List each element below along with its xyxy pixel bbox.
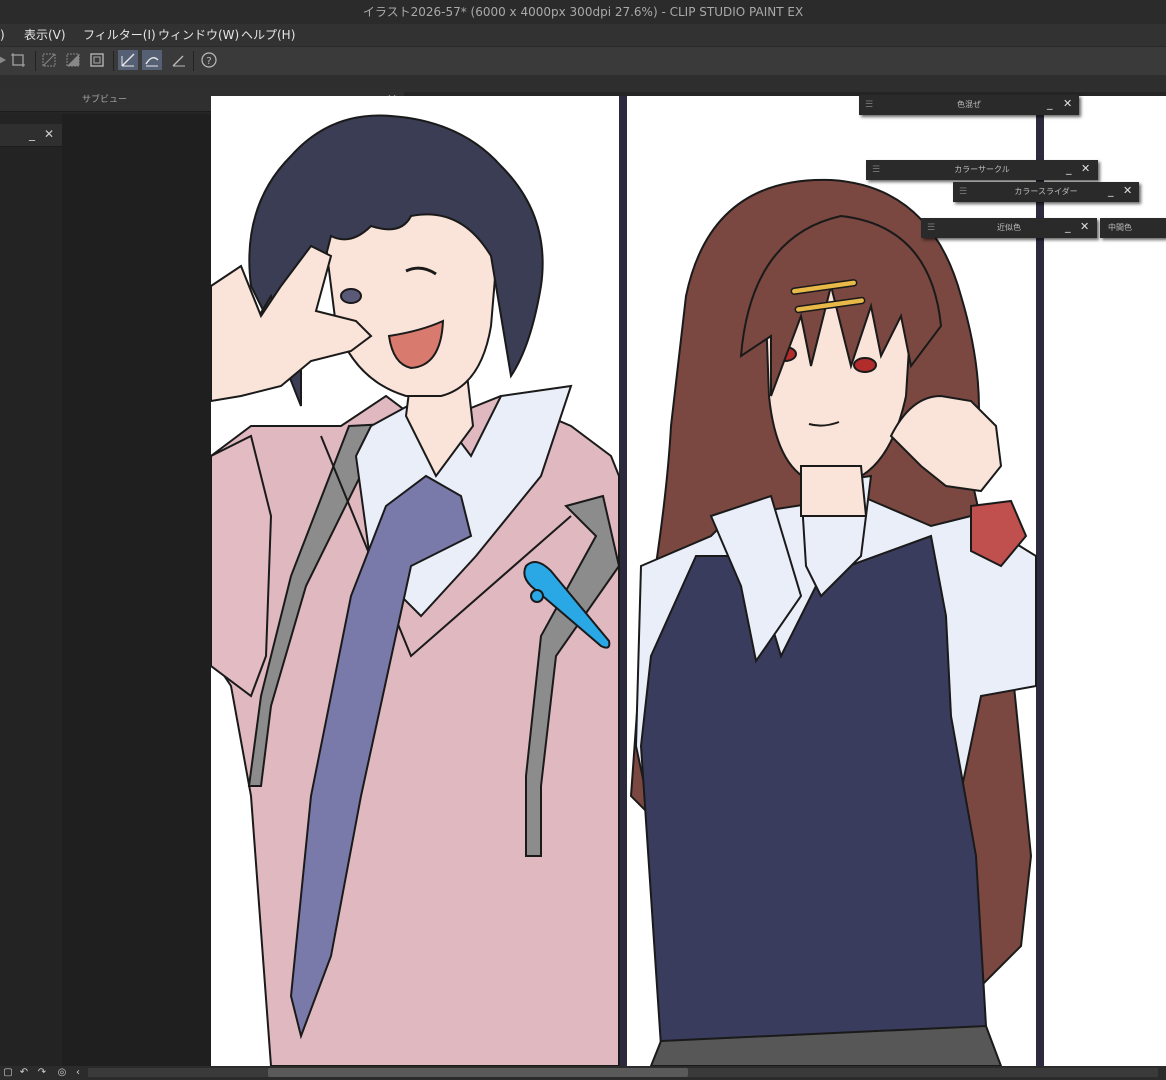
minimize-button[interactable]: _ — [29, 124, 35, 144]
redo-icon[interactable]: ↷ — [36, 1067, 48, 1079]
menu-item-window[interactable]: ウィンドウ(W) — [158, 24, 239, 46]
nav-left-icon[interactable]: ‹ — [72, 1067, 84, 1079]
color-wheel-palette[interactable]: ☰ カラーサークル _ ✕ — [866, 160, 1098, 180]
minimize-button[interactable]: _ — [1066, 159, 1072, 179]
selection-border-icon[interactable] — [87, 50, 107, 70]
menu-item-view[interactable]: 表示(V) — [24, 24, 66, 46]
menu-item-partial[interactable]: ) — [0, 24, 5, 46]
special-ruler-snap-icon[interactable] — [142, 50, 162, 70]
close-button[interactable]: ✕ — [44, 124, 54, 144]
girl-figure — [629, 178, 1037, 1066]
close-button[interactable]: ✕ — [1063, 94, 1072, 114]
close-button[interactable]: ✕ — [1123, 181, 1132, 201]
command-bar: ? — [0, 46, 1166, 76]
panel-divider — [1036, 96, 1044, 1066]
subview-panel-title: サブビュー — [82, 95, 128, 105]
intermediate-color-palette[interactable]: 中間色 — [1100, 218, 1166, 238]
invert-selection-icon[interactable] — [63, 50, 83, 70]
artwork — [211, 96, 1044, 1066]
ruler-snap-icon[interactable] — [118, 50, 138, 70]
navigator-bar: ▢ ↶ ↷ ◎ ‹ — [0, 1066, 1166, 1080]
palette-title: カラーサークル — [954, 165, 1010, 174]
select-none-icon[interactable] — [39, 50, 59, 70]
reset-icon[interactable]: ◎ — [56, 1067, 68, 1079]
menu-bar: ) 表示(V) フィルター(I) ウィンドウ(W) ヘルプ(H) — [0, 24, 1166, 46]
toolbar-separator — [193, 51, 194, 71]
subview-panel-body — [62, 114, 211, 1066]
window-title-bar: イラスト2026-57* (6000 x 4000px 300dpi 27.6%… — [0, 0, 1166, 24]
palette-title: 中間色 — [1108, 223, 1132, 232]
horizontal-scrollbar[interactable] — [88, 1068, 1158, 1077]
menu-item-filter[interactable]: フィルター(I) — [83, 24, 156, 46]
toolbar-separator — [113, 51, 114, 71]
crop-icon[interactable] — [8, 50, 28, 70]
color-slider-palette[interactable]: ☰ カラースライダー _ ✕ — [953, 182, 1139, 202]
undo-icon[interactable]: ↶ — [18, 1067, 30, 1079]
menu-item-help[interactable]: ヘルプ(H) — [241, 24, 295, 46]
minimize-button[interactable]: _ — [1047, 94, 1053, 114]
close-button[interactable]: ✕ — [1081, 159, 1090, 179]
grid-snap-icon[interactable] — [169, 50, 189, 70]
toolbar-separator — [35, 51, 36, 71]
scrollbar-thumb[interactable] — [268, 1068, 688, 1077]
frame-icon[interactable]: ▢ — [2, 1067, 14, 1079]
help-icon[interactable]: ? — [199, 50, 219, 70]
close-button[interactable]: ✕ — [1080, 217, 1089, 237]
minimize-button[interactable]: _ — [1065, 217, 1071, 237]
palette-title: 色混ぜ — [957, 100, 981, 109]
window-title: イラスト2026-57* (6000 x 4000px 300dpi 27.6%… — [362, 5, 804, 19]
color-mixing-palette[interactable]: ☰ 色混ぜ _ ✕ — [859, 95, 1079, 115]
boy-figure — [211, 114, 621, 1066]
svg-text:?: ? — [206, 56, 211, 67]
panel-divider — [619, 96, 627, 1066]
approximate-color-palette[interactable]: ☰ 近似色 _ ✕ — [921, 218, 1097, 238]
left-stub-panel-header: _ ✕ — [0, 124, 62, 147]
minimize-button[interactable]: _ — [1108, 181, 1114, 201]
drawing-canvas[interactable] — [211, 96, 1166, 1066]
